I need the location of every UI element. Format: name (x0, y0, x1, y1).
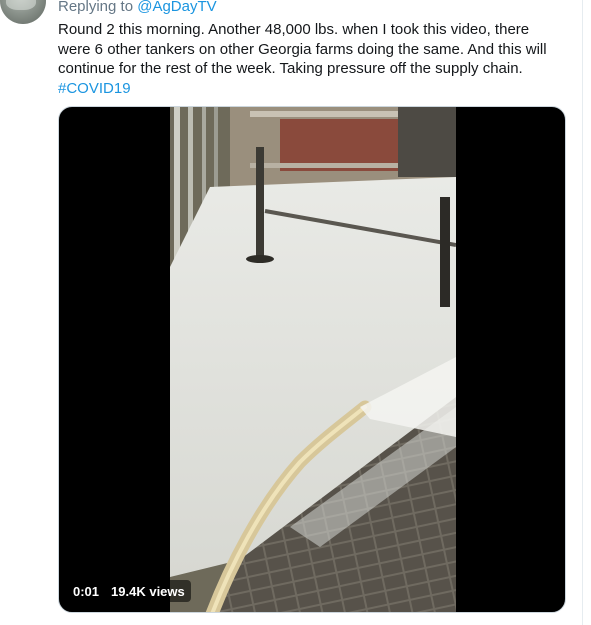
avatar[interactable] (0, 0, 46, 24)
video-frame[interactable] (170, 107, 456, 612)
video-view-count: 19.4K views (111, 583, 185, 599)
tweet-text-line-1: Round 2 this morning. Another 48,000 lbs… (58, 21, 530, 38)
tweet-reply-frame: Replying to @AgDayTV Round 2 this mornin… (0, 0, 591, 625)
hashtag-link[interactable]: #COVID19 (58, 79, 568, 99)
replying-to-label: Replying to (58, 0, 134, 15)
video-timestamp: 0:01 (73, 583, 100, 599)
tweet-text-line-3: continue for the rest of the week. Takin… (58, 60, 523, 77)
video-player[interactable]: 0:01 19.4K views (58, 106, 566, 613)
replying-to-line: Replying to @AgDayTV (58, 0, 217, 16)
reply-handle-link[interactable]: @AgDayTV (137, 0, 216, 15)
column-divider (582, 0, 583, 625)
tweet-body: Round 2 this morning. Another 48,000 lbs… (58, 20, 568, 98)
tweet-text-line-2: were 6 other tankers on other Georgia fa… (58, 40, 547, 58)
video-still-image (170, 107, 456, 612)
video-stats-overlay: 0:01 19.4K views (67, 580, 191, 602)
